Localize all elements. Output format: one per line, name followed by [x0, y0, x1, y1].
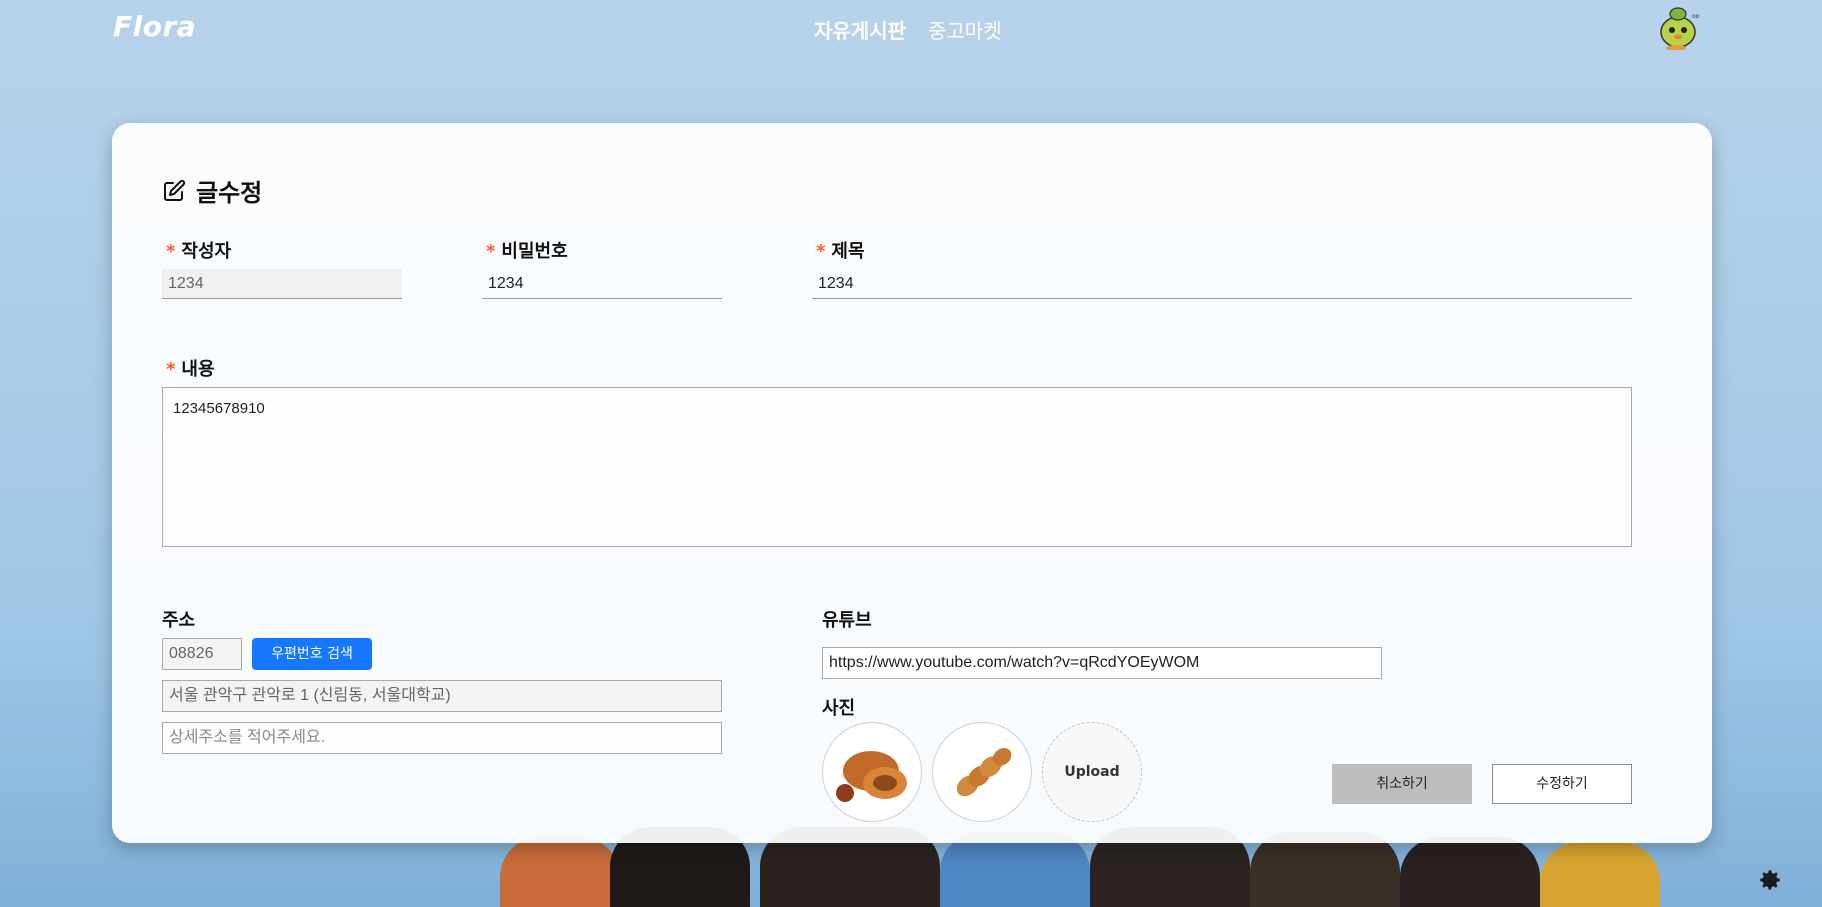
password-label-text: 비밀번호: [501, 241, 568, 262]
photo-thumbnail[interactable]: [932, 722, 1032, 822]
password-label: * 비밀번호: [486, 237, 568, 263]
address-label: 주소: [162, 610, 196, 631]
required-mark: *: [166, 359, 176, 380]
page-title-text: 글수정: [196, 179, 263, 207]
avatar[interactable]: oo: [1654, 2, 1704, 51]
edit-form-card: 글수정 * 작성자 1234 * 비밀번호 1234 * 제목 1234 * 내용 12…: [112, 123, 1712, 843]
gear-icon[interactable]: [1757, 867, 1783, 893]
contents-label-text: 내용: [181, 359, 215, 380]
password-input[interactable]: 1234: [482, 269, 722, 299]
zipcode-input[interactable]: 08826: [162, 638, 242, 670]
writer-input[interactable]: 1234: [162, 269, 402, 299]
nav-market[interactable]: 중고마켓: [928, 15, 1002, 44]
address-input[interactable]: 서울 관악구 관악로 1 (신림동, 서울대학교): [162, 680, 722, 712]
svg-text:oo: oo: [1692, 13, 1700, 20]
top-navigation: Flora 자유게시판 중고마켓 oo: [0, 0, 1822, 56]
writer-label-text: 작성자: [181, 241, 232, 262]
photo-upload-button[interactable]: Upload: [1042, 722, 1142, 822]
contents-textarea[interactable]: 12345678910: [162, 387, 1632, 547]
logo[interactable]: Flora: [113, 10, 196, 43]
subject-input[interactable]: 1234: [812, 269, 1632, 299]
youtube-url-input[interactable]: https://www.youtube.com/watch?v=qRcdYOEy…: [822, 647, 1382, 679]
required-mark: *: [166, 241, 176, 262]
submit-button[interactable]: 수정하기: [1492, 764, 1632, 804]
photo-thumbnail[interactable]: [822, 722, 922, 822]
subject-label-text: 제목: [831, 241, 865, 262]
nav-free-board[interactable]: 자유게시판: [814, 15, 906, 44]
photos-label: 사진: [822, 698, 856, 719]
cancel-button[interactable]: 취소하기: [1332, 764, 1472, 804]
required-mark: *: [486, 241, 496, 262]
writer-label: * 작성자: [166, 237, 231, 263]
page-title: 글수정: [162, 173, 262, 208]
zipcode-search-button[interactable]: 우편번호 검색: [252, 638, 372, 670]
required-mark: *: [816, 241, 826, 262]
edit-icon: [164, 179, 186, 201]
main-nav: 자유게시판 중고마켓: [814, 15, 1002, 44]
youtube-label: 유튜브: [822, 610, 872, 631]
subject-label: * 제목: [816, 237, 865, 263]
address-detail-input[interactable]: 상세주소를 적어주세요.: [162, 722, 722, 754]
contents-label: * 내용: [166, 355, 215, 381]
